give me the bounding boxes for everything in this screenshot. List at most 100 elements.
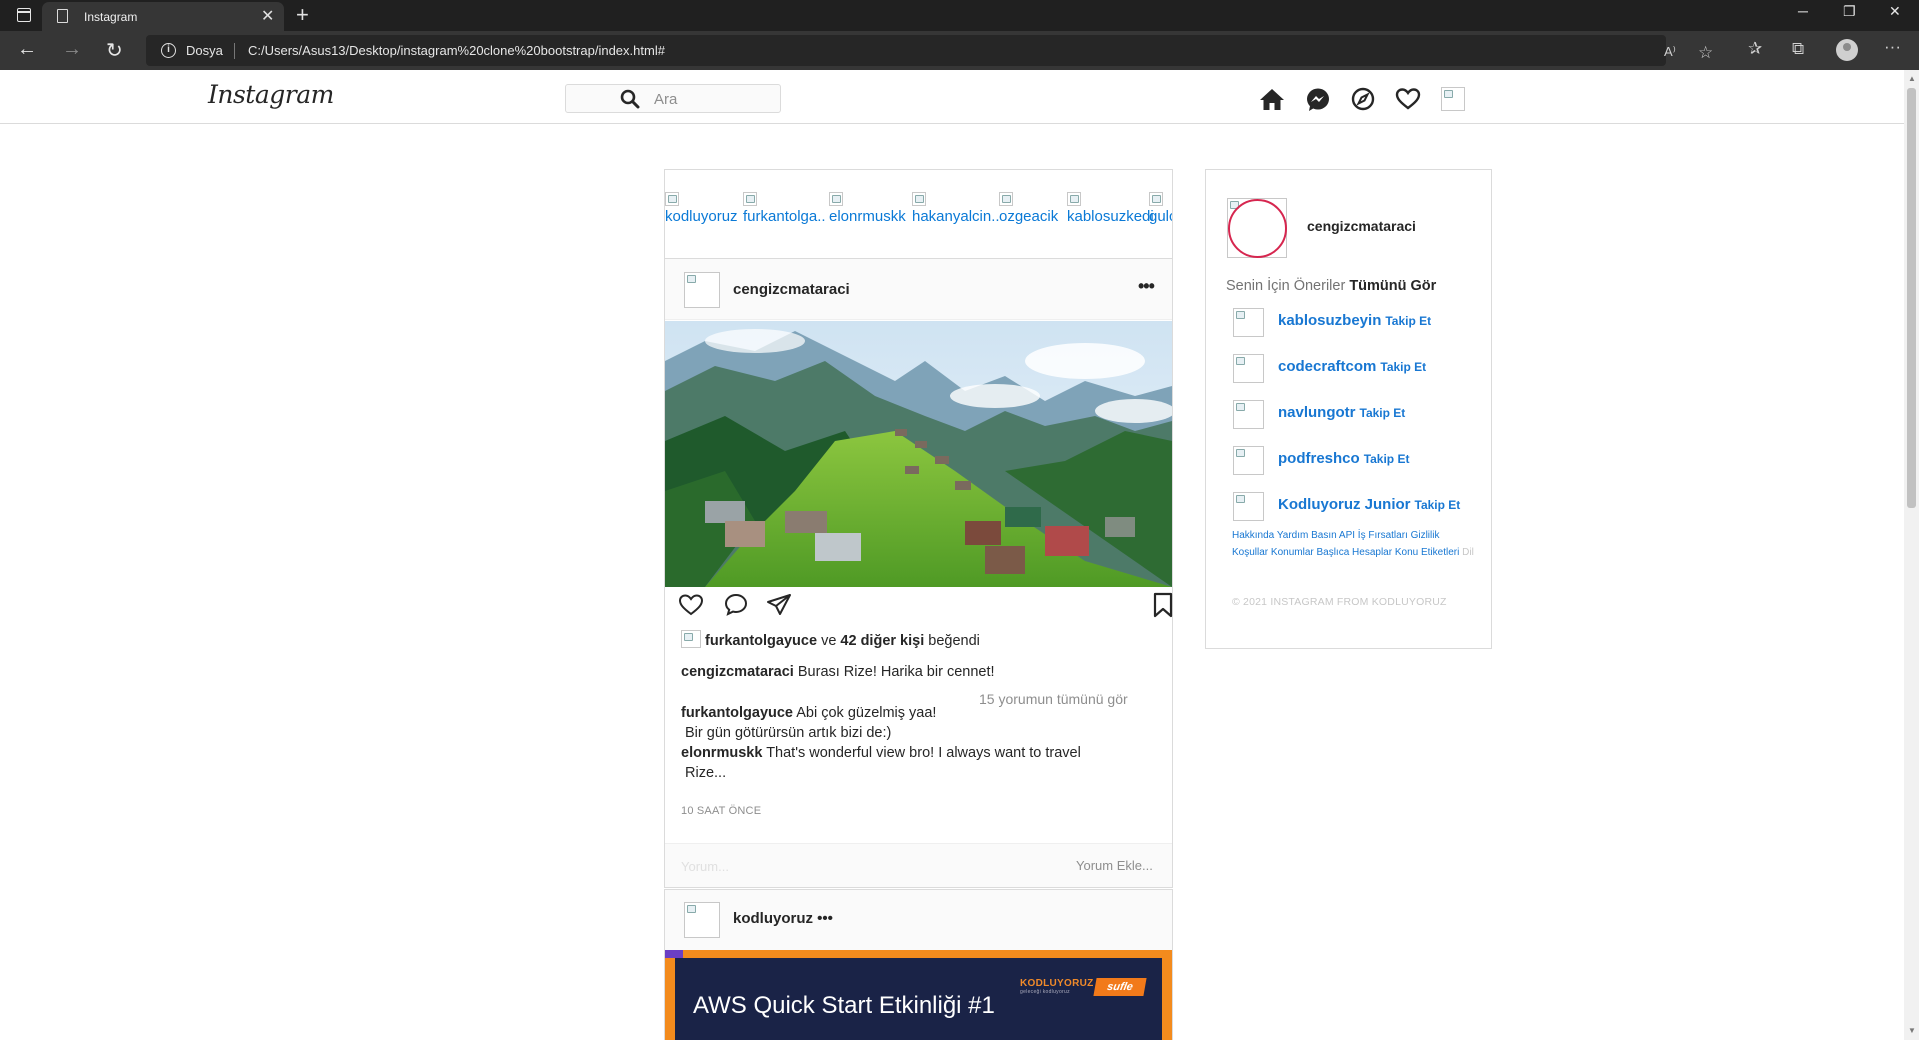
instagram-navbar: Instagram Ara bbox=[0, 70, 1904, 124]
story-label[interactable]: elonrmuskk bbox=[829, 208, 906, 225]
refresh-icon[interactable]: ↻ bbox=[106, 38, 123, 63]
collections-icon[interactable]: ⧉ bbox=[1792, 39, 1804, 59]
likes-connector: ve bbox=[821, 633, 837, 649]
feed-post: cengizcmataraci ••• furkantolgayuce ve 4… bbox=[664, 258, 1173, 888]
url-text[interactable]: C:/Users/Asus13/Desktop/instagram%20clon… bbox=[248, 43, 665, 58]
search-placeholder: Ara bbox=[654, 91, 678, 108]
post-username[interactable]: cengizcmataraci bbox=[733, 281, 850, 298]
story-image bbox=[1067, 192, 1081, 206]
heart-icon[interactable] bbox=[1395, 87, 1421, 111]
suggestion-name[interactable]: podfreshco bbox=[1278, 450, 1360, 467]
comment-username[interactable]: furkantolgayuce bbox=[681, 705, 793, 721]
new-tab-button[interactable]: + bbox=[296, 2, 309, 28]
suggestion-avatar[interactable] bbox=[1233, 354, 1264, 383]
comment: elonrmuskk That's wonderful view bro! I … bbox=[681, 745, 1081, 761]
story-image bbox=[829, 192, 843, 206]
story-image bbox=[743, 192, 757, 206]
sidebar-username[interactable]: cengizcmataraci bbox=[1307, 218, 1416, 234]
page-scrollbar[interactable]: ▲ ▼ bbox=[1904, 70, 1919, 1040]
suggestion-avatar[interactable] bbox=[1233, 308, 1264, 337]
post-image[interactable] bbox=[665, 321, 1172, 587]
post-username[interactable]: kodluyoruz ••• bbox=[733, 910, 833, 927]
page-icon bbox=[57, 9, 68, 23]
language-link[interactable]: Dil bbox=[1462, 547, 1474, 558]
kodluyoruz-logo: KODLUYORUZ geleceği kodluyoruz bbox=[1020, 978, 1094, 995]
scroll-down-icon[interactable]: ▼ bbox=[1908, 1026, 1916, 1035]
comment-text: That's wonderful view bro! I always want… bbox=[766, 745, 1081, 761]
comment: furkantolgayuce Abi çok güzelmiş yaa! bbox=[681, 705, 936, 721]
follow-button[interactable]: Takip Et bbox=[1360, 406, 1406, 420]
banner-title: AWS Quick Start Etkinliği #1 bbox=[693, 992, 995, 1019]
post-avatar[interactable] bbox=[684, 272, 720, 308]
profile-image[interactable] bbox=[1441, 87, 1465, 111]
view-all-comments-link[interactable]: 15 yorumun tümünü gör bbox=[979, 691, 1128, 707]
likes-summary: furkantolgayuce ve 42 diğer kişi beğendi bbox=[681, 630, 980, 649]
suggestion-avatar[interactable] bbox=[1233, 400, 1264, 429]
see-all-link[interactable]: Tümünü Gör bbox=[1349, 278, 1436, 294]
story-label[interactable]: kodluyoruz bbox=[665, 208, 738, 225]
explore-icon[interactable] bbox=[1350, 87, 1376, 111]
share-icon[interactable] bbox=[766, 592, 792, 618]
more-menu-icon[interactable]: ··· bbox=[1884, 37, 1901, 57]
follow-button[interactable]: Takip Et bbox=[1415, 498, 1461, 512]
scrollbar-thumb[interactable] bbox=[1907, 88, 1916, 508]
suggestions-sidebar: cengizcmataraci Senin İçin Öneriler Tümü… bbox=[1205, 169, 1492, 649]
follow-button[interactable]: Takip Et bbox=[1380, 360, 1426, 374]
banner-panel: AWS Quick Start Etkinliği #1 KODLUYORUZ … bbox=[675, 958, 1162, 1040]
footer-link-list[interactable]: Hakkında Yardım Basın API İş Fırsatları … bbox=[1232, 530, 1459, 558]
caption-text: Burası Rize! Harika bir cennet! bbox=[797, 664, 995, 680]
add-comment-button[interactable]: Yorum Ekle... bbox=[1076, 858, 1153, 873]
address-bar[interactable]: i Dosya C:/Users/Asus13/Desktop/instagra… bbox=[146, 35, 1713, 66]
story-label[interactable]: gulcan bbox=[1149, 208, 1172, 225]
post-header: kodluyoruz ••• bbox=[665, 890, 1172, 950]
like-icon[interactable] bbox=[678, 592, 704, 618]
suggestion-name[interactable]: kablosuzbeyin bbox=[1278, 312, 1381, 329]
search-input[interactable]: Ara bbox=[565, 84, 781, 113]
scroll-up-icon[interactable]: ▲ bbox=[1908, 74, 1916, 83]
forward-icon[interactable]: → bbox=[62, 38, 82, 61]
minimize-icon[interactable]: ─ bbox=[1798, 3, 1808, 19]
tab-actions-icon[interactable] bbox=[17, 8, 31, 22]
suggestion-name[interactable]: Kodluyoruz Junior bbox=[1278, 496, 1411, 513]
follow-button[interactable]: Takip Et bbox=[1385, 314, 1431, 328]
instagram-logo[interactable]: Instagram bbox=[208, 80, 334, 109]
sufle-logo: sufle bbox=[1093, 978, 1147, 996]
browser-profile-avatar[interactable] bbox=[1836, 39, 1858, 61]
close-window-icon[interactable]: ✕ bbox=[1889, 3, 1901, 20]
favorites-icon[interactable]: ✰ bbox=[1748, 39, 1762, 59]
caption-username[interactable]: cengizcmataraci bbox=[681, 664, 794, 680]
site-info-label[interactable]: Dosya bbox=[186, 43, 223, 58]
read-aloud-icon[interactable]: A⁾ bbox=[1664, 44, 1676, 60]
browser-tab[interactable]: Instagram ✕ bbox=[42, 2, 284, 31]
post-avatar[interactable] bbox=[684, 902, 720, 938]
back-icon[interactable]: ← bbox=[17, 38, 37, 61]
comment-username[interactable]: elonrmuskk bbox=[681, 745, 762, 761]
story-label[interactable]: hakanyalcin.. bbox=[912, 208, 1000, 225]
suggestion-name[interactable]: navlungotr bbox=[1278, 404, 1356, 421]
banner-accent bbox=[665, 950, 683, 958]
info-icon[interactable]: i bbox=[161, 43, 176, 58]
comment-input[interactable]: Yorum... Yorum Ekle... bbox=[665, 843, 1172, 887]
tab-close-icon[interactable]: ✕ bbox=[261, 6, 274, 26]
follow-button[interactable]: Takip Et bbox=[1364, 452, 1410, 466]
add-favorite-icon[interactable]: ☆ bbox=[1698, 43, 1713, 63]
copyright: © 2021 INSTAGRAM FROM KODLUYORUZ bbox=[1232, 596, 1447, 608]
story-label[interactable]: furkantolga.. bbox=[743, 208, 826, 225]
home-icon[interactable] bbox=[1259, 87, 1285, 111]
suggestion-name[interactable]: codecraftcom bbox=[1278, 358, 1376, 375]
suggestion-avatar[interactable] bbox=[1233, 492, 1264, 521]
story-label[interactable]: ozgeacik bbox=[999, 208, 1058, 225]
comment-icon[interactable] bbox=[723, 592, 749, 618]
liker-username[interactable]: furkantolgayuce bbox=[705, 633, 817, 649]
bookmark-icon[interactable] bbox=[1150, 592, 1176, 618]
restore-icon[interactable]: ❐ bbox=[1843, 3, 1856, 20]
likes-others[interactable]: 42 diğer kişi bbox=[840, 633, 924, 649]
liker-avatar[interactable] bbox=[681, 630, 701, 648]
story-label[interactable]: kablosuzkedi bbox=[1067, 208, 1154, 225]
post-image[interactable]: AWS Quick Start Etkinliği #1 KODLUYORUZ … bbox=[665, 950, 1172, 1040]
messenger-icon[interactable] bbox=[1305, 87, 1331, 111]
suggestions-heading: Senin İçin Öneriler Tümünü Gör bbox=[1226, 278, 1436, 294]
more-options-icon[interactable]: ••• bbox=[1138, 276, 1155, 297]
post-time: 10 SAAT ÖNCE bbox=[681, 805, 762, 817]
suggestion-avatar[interactable] bbox=[1233, 446, 1264, 475]
